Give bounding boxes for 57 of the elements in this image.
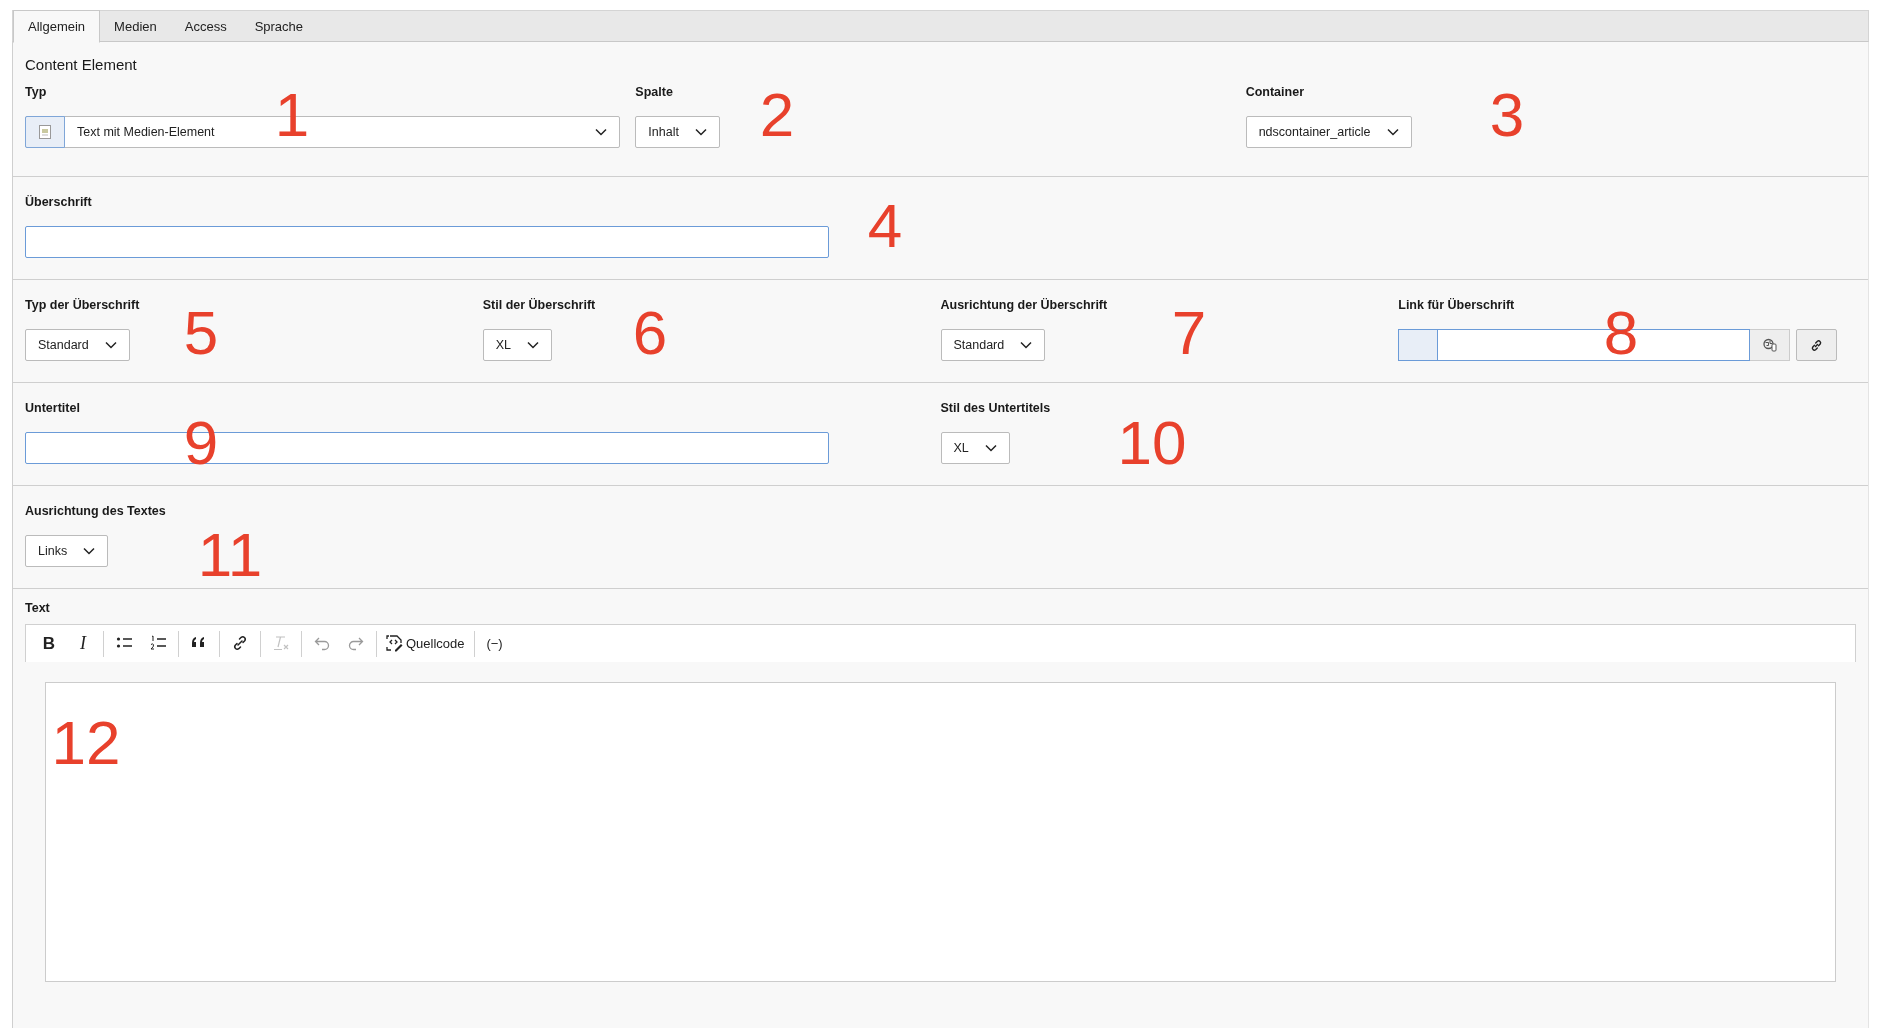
- annotation-number: 7: [1171, 302, 1207, 364]
- link-icon: [231, 635, 249, 652]
- chevron-down-icon: [595, 128, 607, 136]
- tab[interactable]: Allgemein: [13, 10, 101, 43]
- select-dropdown[interactable]: Standard: [940, 329, 1046, 361]
- chevron-down-icon: [104, 341, 117, 349]
- source-button[interactable]: Quellcode: [382, 628, 469, 659]
- field-label: Link für Überschrift: [1398, 297, 1515, 314]
- annotation-number: 5: [183, 302, 219, 364]
- annotation-number: 3: [1489, 84, 1525, 146]
- select-dropdown[interactable]: Links: [25, 535, 109, 567]
- select-dropdown[interactable]: XL: [482, 329, 553, 361]
- field-label: Stil des Untertitels: [940, 400, 1051, 417]
- field-label: Ausrichtung der Überschrift: [940, 297, 1108, 314]
- document-icon: [39, 125, 51, 139]
- field-label: Container: [1245, 84, 1304, 101]
- chevron-down-icon: [527, 341, 540, 349]
- chevron-down-icon: [694, 128, 707, 136]
- numbered-list-icon: [149, 635, 167, 652]
- undo-icon: [313, 635, 331, 652]
- chevron-down-icon: [1020, 341, 1033, 349]
- select-dropdown[interactable]: XL: [940, 432, 1010, 464]
- field-label: Spalte: [635, 84, 673, 101]
- link-picker-button[interactable]: [1750, 329, 1791, 361]
- redo-icon: [347, 635, 365, 652]
- annotation-number: 11: [197, 524, 263, 586]
- text-input[interactable]: [25, 226, 829, 258]
- annotation-number: 12: [51, 712, 121, 774]
- italic-button[interactable]: I: [68, 628, 98, 659]
- link-button[interactable]: [1796, 329, 1838, 361]
- field-label: Überschrift: [25, 194, 92, 211]
- chevron-down-icon: [1386, 128, 1399, 136]
- field-label: Typ: [25, 84, 47, 101]
- field-label: Text: [25, 600, 50, 617]
- remove-format-icon: [272, 635, 290, 652]
- annotation-number: 4: [867, 195, 903, 257]
- tab[interactable]: Medien: [100, 10, 171, 42]
- field-label: Stil der Überschrift: [482, 297, 596, 314]
- chevron-down-icon: [984, 444, 997, 452]
- link-icon: [1810, 338, 1824, 352]
- tab[interactable]: Access: [170, 10, 241, 42]
- bold-button[interactable]: B: [34, 628, 64, 659]
- show-blocks-button[interactable]: (−): [479, 628, 510, 659]
- annotation-number: 10: [1117, 412, 1187, 474]
- annotation-number: 2: [759, 84, 795, 146]
- select-dropdown[interactable]: Inhalt: [635, 116, 720, 148]
- chevron-down-icon: [83, 547, 96, 555]
- input-addon: [1398, 329, 1438, 361]
- section-title: Content Element: [25, 55, 137, 75]
- field-label: Typ der Überschrift: [25, 297, 140, 314]
- select-dropdown[interactable]: ndscontainer_article: [1245, 116, 1412, 148]
- tab[interactable]: Sprache: [240, 10, 318, 42]
- select-dropdown[interactable]: Standard: [25, 329, 130, 361]
- source-code-icon: [386, 635, 403, 652]
- annotation-number: 6: [632, 302, 668, 364]
- field-label: Ausrichtung des Textes: [25, 503, 166, 520]
- field-label: Untertitel: [25, 400, 80, 417]
